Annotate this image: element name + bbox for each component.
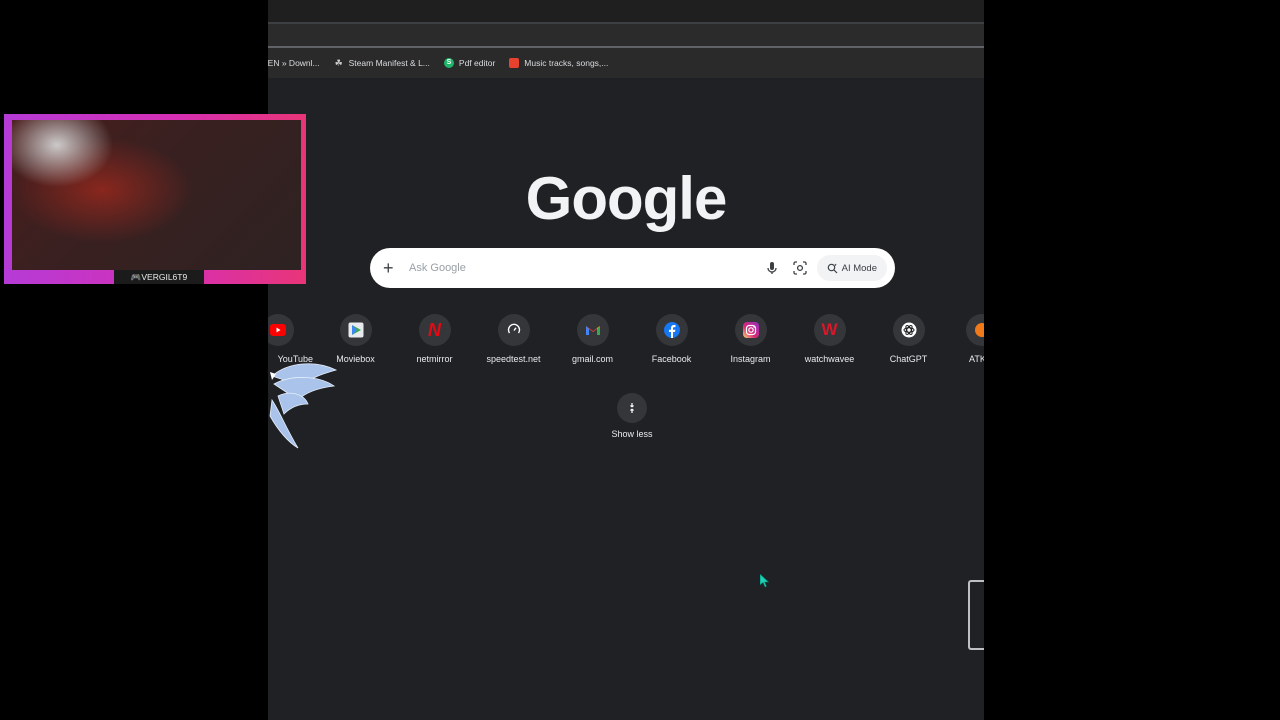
bookmark-music-tracks[interactable]: Music tracks, songs,... [509,58,608,68]
bookmark-label: Steam Manifest & L... [348,58,430,68]
bookmark-pdf-editor[interactable]: S Pdf editor [443,58,496,68]
webcam-overlay: 🎮VERGIL6T9 [4,114,306,284]
instagram-icon [734,314,767,346]
shortcuts-grid: YouTube Moviebox N netmirror speedtest.n… [268,314,984,374]
bookmarks-bar: YEN » Downl... ☘ Steam Manifest & L... S… [268,48,984,78]
shortcut-instagram[interactable]: Instagram [711,314,790,364]
mouse-cursor-icon [760,574,769,588]
shortcut-gmail[interactable]: gmail.com [553,314,632,364]
shortcut-label: Facebook [651,354,692,364]
show-less-label: Show less [611,429,653,439]
bird-sticker-icon [269,363,338,449]
shortcut-label: gmail.com [571,354,613,364]
tab-strip [268,24,984,48]
collapse-icon [617,393,647,423]
watchwavee-icon: W [813,314,846,346]
bookmark-label: Pdf editor [458,58,496,68]
search-input[interactable] [407,261,761,275]
shortcut-label: Instagram [730,354,771,364]
bookmark-label: YEN » Downl... [268,58,320,68]
shortcut-atk[interactable]: ATK [938,314,984,364]
bookmark-yen[interactable]: YEN » Downl... [268,58,320,68]
ai-mode-button[interactable]: AI Mode [816,255,887,281]
shortcut-chatgpt[interactable]: ChatGPT [869,314,948,364]
search-box[interactable]: + AI Mode [370,248,895,288]
shortcut-label: netmirror [416,354,453,364]
plus-icon[interactable]: + [383,258,397,279]
ai-mode-label: AI Mode [841,262,877,274]
ai-search-icon [827,263,838,273]
netmirror-icon: N [418,314,451,346]
shortcut-facebook[interactable]: Facebook [632,314,711,364]
youtube-icon [268,314,294,346]
google-lens-icon[interactable] [789,257,811,279]
shortcut-label: speedtest.net [486,354,541,364]
gmail-icon [576,314,609,346]
steam-icon: ☘ [334,58,343,68]
shortcut-label: ChatGPT [889,354,928,364]
title-bar [268,0,984,24]
play-store-icon [339,314,372,346]
shortcut-netmirror[interactable]: N netmirror [395,314,474,364]
webcam-feed [12,120,301,270]
bookmark-steam-manifest[interactable]: ☘ Steam Manifest & L... [334,58,430,68]
speedtest-icon [497,314,530,346]
webcam-username: 🎮VERGIL6T9 [114,270,204,284]
pdf-editor-icon: S [443,58,454,68]
chatgpt-icon [892,314,925,346]
show-less-button[interactable]: Show less [593,393,671,439]
google-logo: Google [525,165,728,232]
soundcloud-icon [509,58,520,68]
shortcut-label: watchwavee [804,354,855,364]
new-tab-page: Google + AI Mode YouTube [268,78,984,720]
bookmark-label: Music tracks, songs,... [524,58,609,68]
atk-icon [966,314,984,346]
side-panel-handle[interactable] [968,580,984,650]
shortcut-label: ATK [969,354,984,364]
facebook-icon [655,314,688,346]
browser-window: YEN » Downl... ☘ Steam Manifest & L... S… [268,0,984,720]
microphone-icon[interactable] [761,257,783,279]
shortcut-speedtest[interactable]: speedtest.net [474,314,553,364]
shortcut-watchwavee[interactable]: W watchwavee [790,314,869,364]
